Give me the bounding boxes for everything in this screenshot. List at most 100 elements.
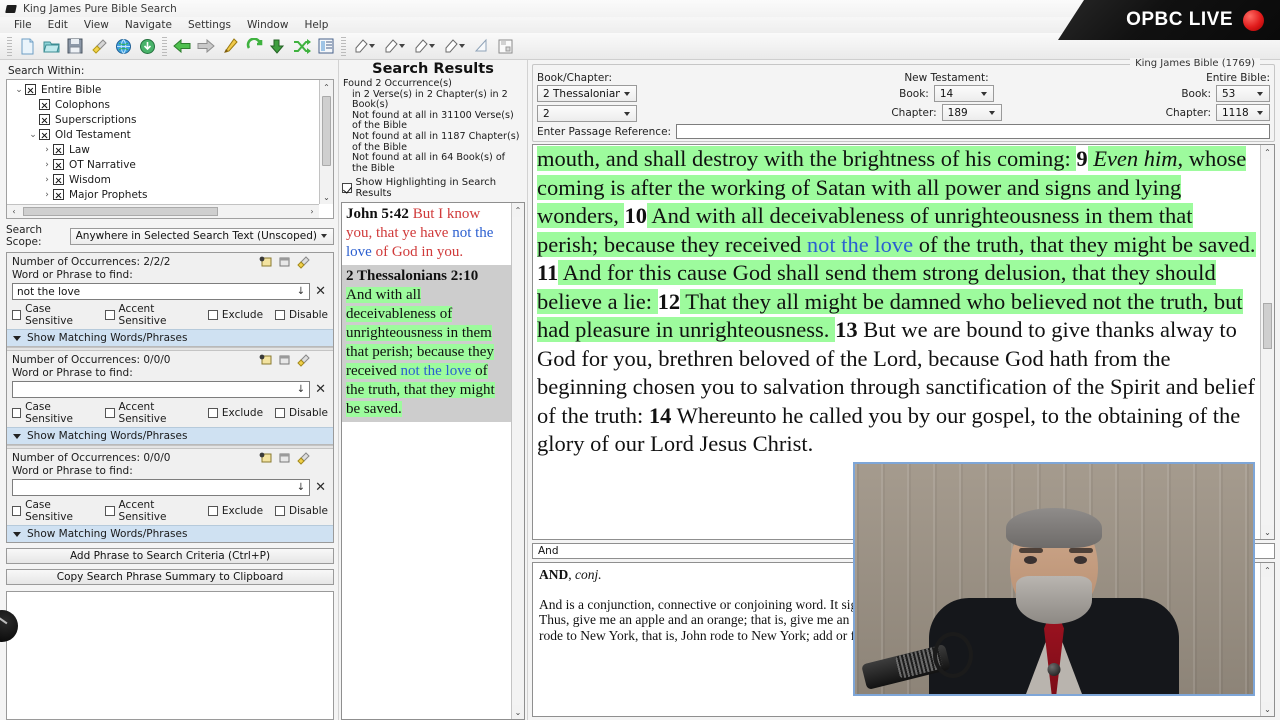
scroll-down-icon[interactable]: ⌄ (320, 190, 333, 204)
scroll-down-icon[interactable]: ⌄ (512, 705, 524, 719)
checkbox-icon[interactable] (275, 408, 286, 418)
down-arrow-green-icon[interactable] (266, 35, 290, 58)
accent-sensitive-checkbox[interactable]: Accent Sensitive (105, 401, 195, 425)
tree-node-wisdom[interactable]: › Wisdom (11, 172, 319, 187)
scroll-thumb[interactable] (322, 96, 331, 166)
clear-phrase-icon[interactable]: ✕ (313, 285, 328, 298)
checkbox-icon[interactable] (105, 408, 115, 418)
add-phrase-button[interactable]: Add Phrase to Search Criteria (Ctrl+P) (6, 548, 334, 564)
highlighter-red-icon[interactable] (439, 35, 469, 58)
tree-node-colophons[interactable]: Colophons (11, 97, 319, 112)
dictionary-scrollbar[interactable]: ⌃ ⌄ (1260, 563, 1274, 716)
search-within-tree[interactable]: ⌄ Entire Bible Colophons Superscriptions… (6, 79, 334, 219)
scroll-thumb[interactable] (1263, 302, 1272, 349)
pencil-icon[interactable] (218, 35, 242, 58)
highlighter-blue-icon[interactable] (379, 35, 409, 58)
checkbox-icon[interactable] (105, 506, 115, 516)
tree-node-major-prophets[interactable]: › Major Prophets (11, 187, 319, 202)
menu-help[interactable]: Help (296, 18, 336, 32)
checkbox-icon[interactable] (275, 506, 286, 516)
menu-file[interactable]: File (6, 18, 40, 32)
tree-node-entire-bible[interactable]: ⌄ Entire Bible (11, 82, 319, 97)
tree-vertical-scrollbar[interactable]: ⌃ ⌄ (319, 80, 333, 204)
show-matching-words-3[interactable]: Show Matching Words/Phrases (7, 525, 333, 542)
checkbox-icon[interactable] (207, 310, 218, 320)
book-dropdown[interactable]: 2 Thessalonians (537, 85, 637, 102)
expander-icon[interactable]: › (41, 160, 53, 170)
search-results-list[interactable]: John 5:42 But I know you, that ye have n… (341, 202, 525, 720)
chevron-down-icon[interactable] (1257, 110, 1263, 115)
scroll-left-icon[interactable]: ‹ (7, 205, 21, 218)
save-disk-icon[interactable] (63, 35, 87, 58)
show-matching-words-2[interactable]: Show Matching Words/Phrases (7, 427, 333, 444)
menu-edit[interactable]: Edit (40, 18, 76, 32)
show-matching-words-1[interactable]: Show Matching Words/Phrases (7, 329, 333, 346)
exclude-checkbox[interactable]: Exclude (207, 407, 263, 419)
dropdown-arrow-icon[interactable]: ↓ (295, 482, 307, 493)
chevron-down-icon[interactable] (624, 111, 630, 116)
checkbox-checked-icon[interactable] (25, 84, 36, 95)
expander-icon[interactable]: › (41, 190, 53, 200)
clear-phrase-icon[interactable]: ✕ (313, 383, 328, 396)
passage-reference-input[interactable] (676, 124, 1270, 139)
globe-icon[interactable] (111, 35, 135, 58)
dropdown-arrow-icon[interactable]: ↓ (295, 286, 307, 297)
chevron-down-icon[interactable] (980, 91, 987, 96)
chapter-dropdown[interactable]: 2 (537, 105, 637, 122)
chevron-down-icon[interactable] (459, 44, 465, 48)
live-video-overlay[interactable] (853, 462, 1255, 696)
checkbox-checked-icon[interactable] (53, 189, 64, 200)
checkbox-icon[interactable] (12, 310, 22, 320)
scroll-up-icon[interactable]: ⌃ (512, 203, 524, 218)
exclude-checkbox[interactable]: Exclude (207, 309, 263, 321)
scroll-up-icon[interactable]: ⌃ (1261, 145, 1274, 159)
scroll-down-icon[interactable]: ⌄ (1261, 525, 1274, 539)
chevron-down-icon[interactable] (1257, 91, 1263, 96)
disable-checkbox[interactable]: Disable (275, 505, 328, 517)
menu-view[interactable]: View (76, 18, 117, 32)
accent-sensitive-checkbox[interactable]: Accent Sensitive (105, 499, 195, 523)
checkbox-icon[interactable] (12, 408, 22, 418)
bible-scrollbar[interactable]: ⌃ ⌄ (1260, 145, 1274, 539)
clear-criterion-icon[interactable] (297, 256, 310, 272)
phrase-input-1[interactable]: not the love ↓ (12, 283, 311, 300)
case-sensitive-checkbox[interactable]: Case Sensitive (12, 499, 93, 523)
checkbox-icon[interactable] (275, 310, 286, 320)
result-item-john-5-42[interactable]: John 5:42 But I know you, that ye have n… (342, 203, 511, 265)
tree-node-old-testament[interactable]: ⌄ Old Testament (11, 127, 319, 142)
show-highlighting-checkbox[interactable]: Show Highlighting in Search Results (342, 177, 525, 199)
chevron-down-icon[interactable] (399, 44, 405, 48)
scroll-down-icon[interactable]: ⌄ (1261, 702, 1274, 716)
tree-node-ot-narrative[interactable]: › OT Narrative (11, 157, 319, 172)
entire-chapter-dropdown[interactable]: 1118 (1216, 104, 1270, 121)
triangle-down-icon[interactable] (13, 433, 21, 439)
chevron-down-icon[interactable] (988, 110, 995, 115)
new-document-icon[interactable] (15, 35, 39, 58)
clear-phrase-icon[interactable]: ✕ (313, 481, 328, 494)
menu-navigate[interactable]: Navigate (117, 18, 180, 32)
expander-icon[interactable]: ⌄ (13, 85, 25, 95)
chevron-down-icon[interactable] (321, 234, 327, 238)
chevron-down-icon[interactable] (369, 44, 375, 48)
add-criterion-icon[interactable] (259, 452, 272, 467)
copy-summary-button[interactable]: Copy Search Phrase Summary to Clipboard (6, 569, 334, 585)
globe-download-icon[interactable] (135, 35, 159, 58)
search-scope-dropdown[interactable]: Anywhere in Selected Search Text (Unscop… (69, 227, 334, 245)
scroll-up-icon[interactable]: ⌃ (1261, 563, 1274, 577)
case-sensitive-checkbox[interactable]: Case Sensitive (12, 303, 93, 327)
tree-node-superscriptions[interactable]: Superscriptions (11, 112, 319, 127)
checkbox-checked-icon[interactable] (53, 159, 64, 170)
checkbox-icon[interactable] (105, 310, 115, 320)
clear-broom-icon[interactable] (87, 35, 111, 58)
open-folder-icon[interactable] (39, 35, 63, 58)
checkbox-icon[interactable] (207, 506, 218, 516)
tree-node-law[interactable]: › Law (11, 142, 319, 157)
dropdown-arrow-icon[interactable]: ↓ (295, 384, 307, 395)
scroll-up-icon[interactable]: ⌃ (320, 80, 333, 94)
tree-horizontal-scrollbar[interactable]: ‹ › (7, 204, 319, 218)
copy-criterion-icon[interactable] (278, 452, 291, 467)
shuffle-icon[interactable] (290, 35, 314, 58)
refresh-icon[interactable] (242, 35, 266, 58)
accent-sensitive-checkbox[interactable]: Accent Sensitive (105, 303, 195, 327)
checkbox-icon[interactable] (12, 506, 22, 516)
